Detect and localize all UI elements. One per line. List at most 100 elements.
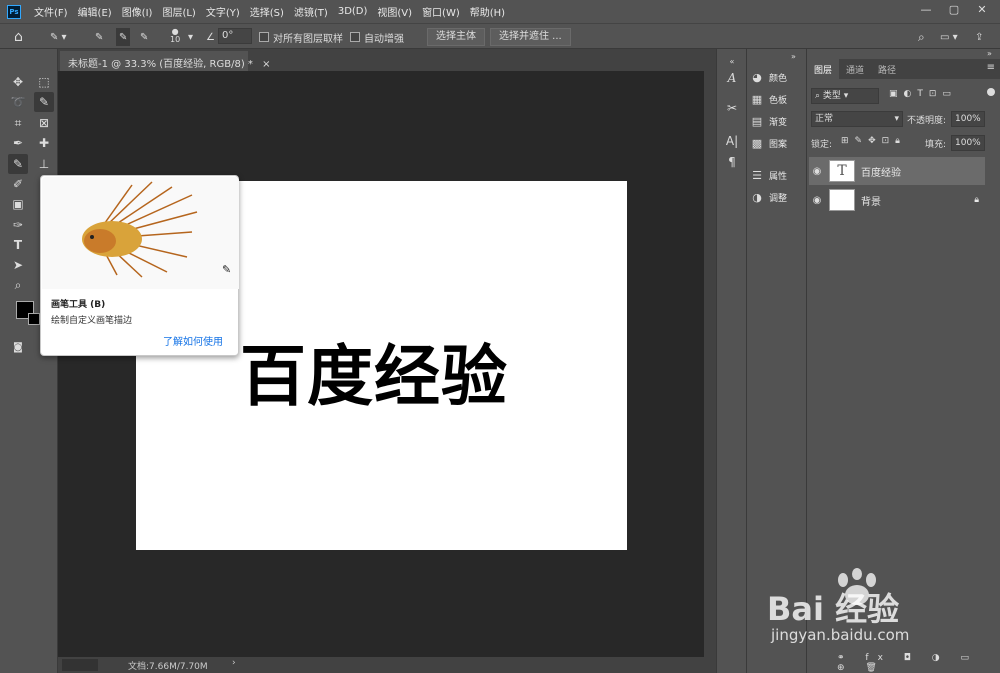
search-icon[interactable]: ⌕ (918, 28, 925, 46)
chevron-right-icon[interactable]: › (232, 658, 236, 668)
layer-row[interactable]: ◉ 背景 🔒︎ (809, 186, 985, 214)
menu-type[interactable]: 文字(Y) (201, 4, 245, 19)
filter-toggle-icon[interactable] (987, 88, 995, 96)
lasso-tool-icon[interactable]: ➰ (8, 92, 28, 112)
menu-view[interactable]: 视图(V) (372, 4, 417, 19)
properties-panel-label: 属性 (769, 171, 788, 182)
select-subject-button[interactable]: 选择主体 (427, 28, 485, 46)
vertical-scrollbar[interactable] (704, 71, 716, 657)
eyedropper-tool-icon[interactable]: ✒ (8, 133, 28, 153)
close-tab-icon[interactable]: × (262, 59, 270, 70)
visibility-eye-icon[interactable]: ◉ (809, 166, 825, 177)
maximize-button[interactable]: ▢ (940, 0, 968, 18)
properties-panel-button[interactable]: ☰ 属性 (751, 165, 805, 185)
tab-paths[interactable]: 路径 (871, 59, 903, 79)
gradient-icon: ▤ (751, 114, 763, 128)
close-button[interactable]: ✕ (968, 0, 996, 18)
fill-label: 填充: (925, 140, 947, 150)
brush-preset-icon[interactable]: ✎ ▾ (50, 28, 67, 46)
auto-enhance-checkbox[interactable]: 自动增强 (350, 28, 404, 46)
move-tool-icon[interactable]: ✥ (8, 72, 28, 92)
brush-tool-icon[interactable]: ✎ (8, 154, 28, 174)
document-tab[interactable]: 未标题-1 @ 33.3% (百度经验, RGB/8) * × (60, 51, 270, 71)
color-panel-button[interactable]: ◕ 颜色 (751, 67, 805, 87)
opacity-input[interactable]: 100% (951, 111, 985, 127)
new-selection-icon[interactable]: ✎ (95, 28, 103, 46)
gradient-tool-icon[interactable]: ▣ (8, 194, 28, 214)
layer-footer-buttons[interactable]: ⚭ fx ◘ ◑ ▭ ⊕ 🗑︎ (837, 653, 1000, 673)
frame-tool-icon[interactable]: ⊠ (34, 113, 54, 133)
document-tabs: 未标题-1 @ 33.3% (百度经验, RGB/8) * × (58, 49, 716, 71)
home-icon[interactable]: ⌂ (14, 28, 23, 46)
add-selection-icon[interactable]: ✎ (116, 28, 131, 46)
minimize-button[interactable]: — (912, 0, 940, 18)
text-panel-icon[interactable]: A| (723, 132, 741, 150)
menu-layer[interactable]: 图层(L) (157, 4, 200, 19)
character-panel-icon[interactable]: A (723, 69, 741, 87)
tooltip-description: 绘制自定义画笔描边 (51, 316, 133, 326)
layers-panel-tabs: 图层 通道 路径 ≡ (807, 59, 1000, 79)
tab-layers[interactable]: 图层 (807, 59, 840, 79)
marquee-tool-icon[interactable]: ⬚ (34, 72, 54, 92)
sample-all-layers-checkbox[interactable]: 对所有图层取样 (259, 28, 343, 46)
tools-panel: ✥ ⬚ ➰ ✎ ⌗ ⊠ ✒ ✚ ✎ ⊥ ✐ ▣ ✑ T ➤ ⌕ ◙ (0, 49, 58, 673)
menu-file[interactable]: 文件(F) (29, 4, 73, 19)
brush-tool-tooltip: ✎ 画笔工具 (B) 绘制自定义画笔描边 了解如何使用 (40, 175, 239, 356)
layer-filter-select[interactable]: ⌕ 类型 ▾ (811, 88, 879, 104)
blend-mode-select[interactable]: 正常 ▾ (811, 111, 903, 127)
menu-filter[interactable]: 滤镜(T) (289, 4, 333, 19)
healing-tool-icon[interactable]: ✚ (34, 133, 54, 153)
lock-icons[interactable]: ⊞✎✥⊡🔒︎ (841, 136, 906, 146)
lock-icon: 🔒︎ (974, 195, 979, 205)
chevron-down-icon[interactable]: ▾ (188, 28, 193, 46)
visibility-eye-icon[interactable]: ◉ (809, 195, 825, 206)
swatches-panel-button[interactable]: ▦ 色板 (751, 89, 805, 109)
background-color-swatch[interactable] (28, 313, 40, 325)
tooltip-learn-link[interactable]: 了解如何使用 (163, 333, 223, 348)
fill-input[interactable]: 100% (951, 135, 985, 151)
menu-3d[interactable]: 3D(D) (333, 6, 373, 17)
color-panel-label: 颜色 (769, 73, 788, 84)
background-layer-thumbnail (829, 189, 855, 211)
collapse-arrows-icon[interactable]: » (987, 49, 992, 58)
zoom-tool-icon[interactable]: ⌕ (8, 275, 28, 295)
collapse-arrows-icon[interactable]: « (723, 52, 741, 70)
paragraph-panel-icon[interactable]: ¶ (723, 153, 741, 171)
collapse-arrows-icon[interactable]: » (791, 52, 796, 61)
menu-image[interactable]: 图像(I) (117, 4, 158, 19)
quick-mask-icon[interactable]: ◙ (8, 337, 28, 357)
quick-selection-tool-icon[interactable]: ✎ (34, 92, 54, 112)
layer-row[interactable]: ◉ T 百度经验 (809, 157, 985, 185)
crop-tool-icon[interactable]: ⌗ (8, 113, 28, 133)
menu-edit[interactable]: 编辑(E) (73, 4, 117, 19)
adjustments-icon: ◑ (752, 190, 762, 204)
menu-help[interactable]: 帮助(H) (465, 4, 510, 19)
type-tool-icon[interactable]: T (8, 235, 28, 255)
brush-size-picker[interactable]: ● 10 (170, 28, 180, 46)
brush-size-value: 10 (170, 35, 181, 44)
select-and-mask-button[interactable]: 选择并遮住 ... (490, 28, 571, 46)
adjustments-panel-button[interactable]: ◑ 调整 (751, 187, 805, 207)
workspace-icon[interactable]: ▭ ▾ (940, 28, 958, 46)
share-icon[interactable]: ⇪ (975, 28, 983, 46)
pen-tool-icon[interactable]: ✑ (8, 215, 28, 235)
status-bar: 文档:7.66M/7.70M › (58, 657, 716, 673)
watermark-url: jingyan.baidu.com (771, 626, 910, 644)
stamp-tool-icon[interactable]: ⊥ (34, 154, 54, 174)
gradient-panel-button[interactable]: ▤ 渐变 (751, 111, 805, 131)
tab-channels[interactable]: 通道 (839, 59, 871, 79)
menu-bar: Ps 文件(F) 编辑(E) 图像(I) 图层(L) 文字(Y) 选择(S) 滤… (0, 0, 1000, 23)
menu-select[interactable]: 选择(S) (245, 4, 289, 19)
layer-name: 背景 (861, 196, 881, 208)
watermark-brand: Bai 经验 (767, 590, 900, 628)
tools-panel-icon[interactable]: ✂ (723, 99, 741, 117)
subtract-selection-icon[interactable]: ✎ (140, 28, 148, 46)
history-brush-icon[interactable]: ✐ (8, 174, 28, 194)
menu-window[interactable]: 窗口(W) (417, 4, 465, 19)
path-selection-icon[interactable]: ➤ (8, 255, 28, 275)
pattern-panel-button[interactable]: ▩ 图案 (751, 133, 805, 153)
angle-input[interactable]: 0° (218, 28, 252, 44)
panel-menu-icon[interactable]: ≡ (981, 59, 1000, 79)
filter-icons[interactable]: ▣◐T⊡▭ (889, 89, 957, 99)
zoom-field[interactable] (62, 659, 98, 671)
